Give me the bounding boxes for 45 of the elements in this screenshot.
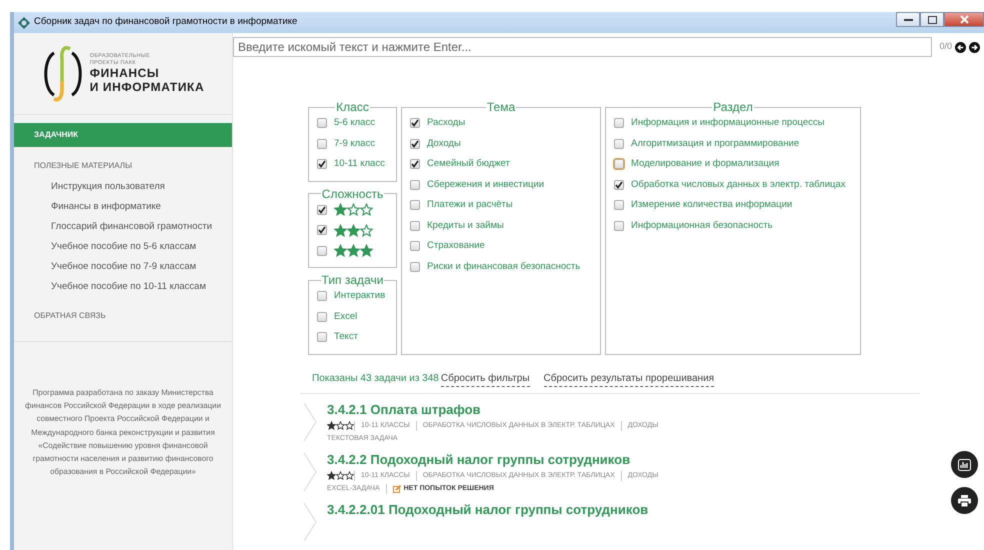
match-counter: 0/0 [939, 40, 952, 54]
checkbox-label[interactable]: Алгоритмизация и программирование [631, 136, 800, 151]
checkbox-label[interactable]: Расходы [427, 116, 466, 130]
window-title: Сборник задач по финансовой грамотности в информатике [34, 15, 298, 30]
checkbox-label[interactable]: 10-11 класс [334, 157, 385, 172]
nav-link[interactable]: Глоссарий финансовой грамотности [14, 217, 212, 237]
checkbox-label[interactable]: Информация и информационные процессы [631, 116, 824, 130]
checkbox-label[interactable]: Страхование [427, 239, 485, 254]
result-count: Показаны 43 задачи из 348 [312, 372, 439, 386]
logo-title: И ИНФОРМАТИКА [90, 80, 204, 94]
checkbox-label[interactable]: Обработка числовых данных в электр. таблицах [631, 178, 846, 192]
nav-section[interactable]: ОБРАТНАЯ СВЯЗЬ [14, 305, 232, 327]
nav-link[interactable]: Учебное пособие по 5-6 классам [14, 237, 196, 257]
checkbox-label[interactable]: Измерение количества информации [631, 198, 792, 212]
checkbox-label[interactable]: 5-6 класс [334, 116, 375, 130]
active-nav-item[interactable]: ЗАДАЧНИК [14, 123, 232, 147]
task-title[interactable]: 3.4.2.2.01 Подоходный налог группы сотрудников [327, 502, 648, 518]
nav-link[interactable]: Учебное пособие по 7-9 классам [14, 257, 196, 277]
nav-link[interactable]: Учебное пособие по 10-11 классам [14, 277, 206, 297]
checkbox-label[interactable]: Информационная безопасность [631, 218, 773, 233]
group-title: Тип задачи [320, 274, 384, 286]
group-title: Сложность [320, 188, 384, 200]
search-field[interactable]: Введите искомый текст и нажмите Enter... [233, 37, 932, 57]
checkbox-label[interactable]: 7-9 класс [334, 136, 375, 151]
checkbox-label[interactable]: Excel [334, 310, 358, 324]
checkbox-label[interactable]: Доходы [427, 136, 461, 151]
reset-link[interactable]: Сбросить результаты прорешивания [544, 370, 714, 386]
nav-link[interactable]: Инструкция пользователя [14, 177, 165, 197]
checkbox-label[interactable]: Кредиты и займы [427, 218, 504, 233]
checkbox-label[interactable]: Семейный бюджет [427, 157, 510, 172]
group-title: Раздел [712, 101, 754, 113]
group-title: Класс [335, 101, 370, 113]
checkbox-label[interactable]: Риски и финансовая безопасность [427, 260, 580, 274]
nav-link[interactable]: Финансы в информатике [14, 197, 161, 217]
checkbox-label[interactable]: Моделирование и формализация [631, 157, 780, 172]
group-title: Тема [486, 101, 516, 113]
checkbox-label[interactable]: Интерактив [334, 289, 386, 304]
logo-title: ФИНАНСЫ [90, 66, 160, 81]
checkbox-label[interactable]: Текст [334, 330, 358, 344]
nav-section[interactable]: ПОЛЕЗНЫЕ МАТЕРИАЛЫ [14, 155, 232, 177]
checkbox-label[interactable]: Сбережения и инвестиции [427, 178, 544, 192]
task-title[interactable]: 3.4.2.2 Подоходный налог группы сотрудников [327, 452, 664, 468]
reset-link[interactable]: Сбросить фильтры [440, 370, 530, 386]
task-title[interactable]: 3.4.2.1 Оплата штрафов [327, 402, 664, 418]
checkbox-label[interactable]: Платежи и расчёты [427, 198, 513, 212]
